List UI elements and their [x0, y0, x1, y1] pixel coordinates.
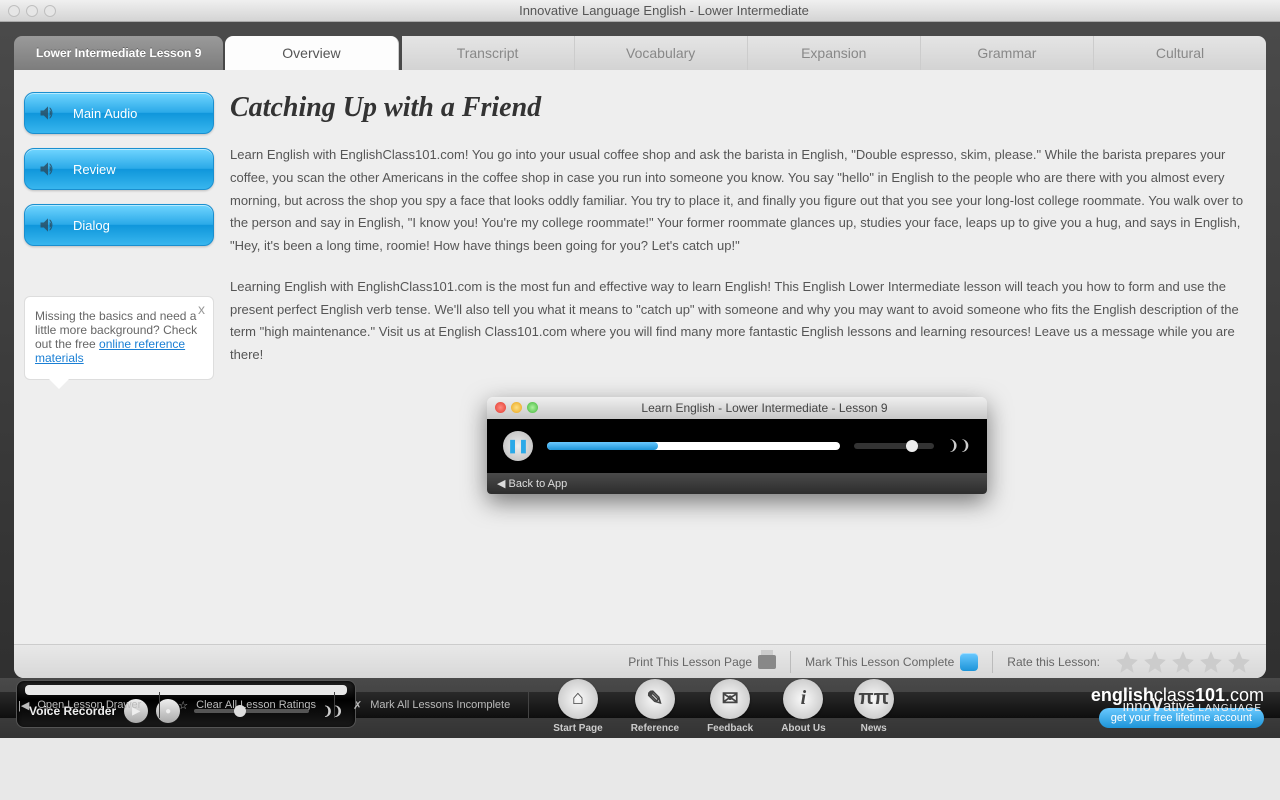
nav-label: About Us [781, 723, 825, 734]
home-icon: ⌂ [558, 679, 598, 719]
printer-icon [758, 655, 776, 669]
mark-incomplete-button[interactable]: ✗ Mark All Lessons Incomplete [335, 692, 529, 718]
checkbox-icon [960, 653, 978, 671]
minimize-window-icon[interactable] [26, 5, 38, 17]
star-icon[interactable] [1142, 649, 1168, 675]
nav-label: Start Page [553, 723, 602, 734]
volume-slider[interactable] [854, 443, 934, 449]
player-titlebar: Learn English - Lower Intermediate - Les… [487, 397, 987, 419]
main-audio-button[interactable]: Main Audio [24, 92, 214, 134]
window-controls [8, 5, 56, 17]
clear-ratings-button[interactable]: ☆Clear All Lesson Ratings [160, 692, 335, 718]
help-box: x Missing the basics and need a little m… [24, 296, 214, 380]
print-label: Print This Lesson Page [628, 655, 752, 669]
rate-label: Rate this Lesson: [1007, 655, 1100, 669]
chat-icon: ✉ [710, 679, 750, 719]
nav-reference[interactable]: ✎ Reference [631, 679, 679, 734]
lesson-paragraph: Learning English with EnglishClass101.co… [230, 276, 1244, 367]
nav-news[interactable]: ππ News [854, 679, 894, 734]
mark-label: Mark This Lesson Complete [805, 655, 954, 669]
star-icon[interactable] [1226, 649, 1252, 675]
button-label: Review [73, 162, 116, 177]
back-to-app-button[interactable]: ◀ Back to App [487, 473, 987, 494]
mark-complete-button[interactable]: Mark This Lesson Complete [805, 653, 978, 671]
x-icon: ✗ [353, 699, 362, 712]
speaker-icon [37, 158, 59, 180]
info-icon: i [783, 679, 823, 719]
star-icon[interactable] [1198, 649, 1224, 675]
status-label: Open Lesson Drawer [37, 699, 141, 711]
rating-stars[interactable] [1114, 649, 1252, 675]
speaker-icon [37, 214, 59, 236]
nav-label: Reference [631, 723, 679, 734]
window-title: Innovative Language English - Lower Inte… [56, 3, 1272, 18]
star-icon[interactable] [1170, 649, 1196, 675]
tab-grammar[interactable]: Grammar [921, 36, 1094, 70]
print-lesson-button[interactable]: Print This Lesson Page [628, 655, 776, 669]
nav-feedback[interactable]: ✉ Feedback [707, 679, 753, 734]
divider [992, 651, 993, 673]
tab-expansion[interactable]: Expansion [748, 36, 921, 70]
drawer-icon: |◀ [18, 699, 29, 712]
panel-footer: Print This Lesson Page Mark This Lesson … [14, 644, 1266, 678]
lesson-title: Catching Up with a Friend [230, 92, 1244, 124]
nav-label: News [861, 723, 887, 734]
tab-vocabulary[interactable]: Vocabulary [575, 36, 748, 70]
zoom-icon[interactable] [527, 402, 538, 413]
content-panel: Main Audio Review Dialog x Missing the b… [14, 70, 1266, 678]
volume-icon: ❩❩ [948, 437, 971, 454]
lesson-paragraph: Learn English with EnglishClass101.com! … [230, 144, 1244, 258]
player-title: Learn English - Lower Intermediate - Les… [550, 401, 979, 415]
volume-knob[interactable] [906, 440, 918, 452]
tab-overview[interactable]: Overview [225, 36, 398, 70]
nav-label: Feedback [707, 723, 753, 734]
player-window-controls [495, 402, 538, 413]
sidebar: Main Audio Review Dialog x Missing the b… [24, 92, 214, 636]
pen-icon: ✎ [635, 679, 675, 719]
app-frame: Lower Intermediate Lesson 9 Overview Tra… [0, 22, 1280, 692]
minimize-icon[interactable] [511, 402, 522, 413]
star-icon: ☆ [178, 699, 188, 712]
open-lesson-drawer-button[interactable]: |◀ Open Lesson Drawer [0, 692, 160, 718]
dialog-button[interactable]: Dialog [24, 204, 214, 246]
speaker-icon [37, 102, 59, 124]
lesson-tab[interactable]: Lower Intermediate Lesson 9 [14, 36, 223, 70]
tab-transcript[interactable]: Transcript [402, 36, 575, 70]
review-button[interactable]: Review [24, 148, 214, 190]
close-icon[interactable] [495, 402, 506, 413]
tab-cultural[interactable]: Cultural [1094, 36, 1266, 70]
pause-button[interactable]: ❚❚ [503, 431, 533, 461]
nav-start-page[interactable]: ⌂ Start Page [553, 679, 602, 734]
close-window-icon[interactable] [8, 5, 20, 17]
audio-player-window: Learn English - Lower Intermediate - Les… [487, 397, 987, 494]
player-controls: ❚❚ ❩❩ [487, 419, 987, 473]
recorder-slider[interactable] [194, 709, 309, 713]
button-label: Dialog [73, 218, 110, 233]
nav-about[interactable]: i About Us [781, 679, 825, 734]
divider [790, 651, 791, 673]
tab-strip: Lower Intermediate Lesson 9 Overview Tra… [14, 36, 1266, 70]
close-icon[interactable]: x [198, 301, 205, 317]
status-label: Mark All Lessons Incomplete [370, 699, 510, 711]
progress-fill [547, 442, 658, 450]
brand-logo: innoVative LANGUAGE [1105, 695, 1280, 716]
lesson-content: Catching Up with a Friend Learn English … [230, 92, 1244, 636]
window-titlebar: Innovative Language English - Lower Inte… [0, 0, 1280, 22]
rss-icon: ππ [854, 679, 894, 719]
progress-bar[interactable] [547, 442, 840, 450]
button-label: Main Audio [73, 106, 137, 121]
zoom-window-icon[interactable] [44, 5, 56, 17]
star-icon[interactable] [1114, 649, 1140, 675]
